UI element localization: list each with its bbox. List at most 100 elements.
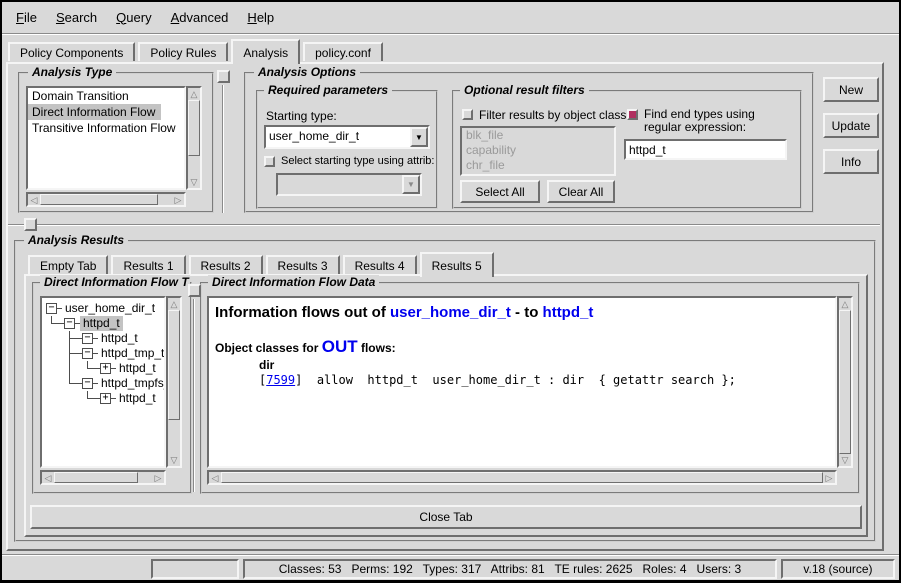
rule-number-link[interactable]: 7599 — [266, 373, 295, 387]
new-button[interactable]: New — [823, 77, 879, 102]
scroll-right-icon[interactable]: ▷ — [152, 472, 164, 483]
tree-row-httpd-t[interactable]: + httpd_t — [42, 391, 164, 406]
flow-data-hscrollbar[interactable]: ◁ ▷ — [207, 470, 837, 485]
analysis-type-vscrollbar[interactable]: △ ▽ — [186, 86, 202, 190]
scroll-up-icon[interactable]: △ — [839, 298, 851, 310]
starting-type-combobox[interactable]: user_home_dir_t ▼ — [264, 125, 430, 149]
scroll-down-icon[interactable]: ▽ — [839, 454, 851, 466]
scroll-down-icon[interactable]: ▽ — [168, 454, 180, 466]
results-tab-empty-tab[interactable]: Empty Tab — [28, 255, 108, 274]
results-sash-handle[interactable] — [24, 218, 37, 231]
menu-help[interactable]: Help — [243, 8, 278, 27]
results-tab-results-1[interactable]: Results 1 — [111, 255, 185, 274]
tab-analysis[interactable]: Analysis — [231, 39, 300, 64]
object-class-name: dir — [259, 358, 833, 372]
tree-connector-line — [51, 323, 64, 324]
menu-search[interactable]: Search — [52, 8, 101, 27]
results-tab-results-2[interactable]: Results 2 — [189, 255, 263, 274]
dropdown-arrow-icon[interactable]: ▼ — [402, 175, 420, 194]
tree-row-user-home-dir-t[interactable]: −user_home_dir_t — [42, 301, 164, 316]
tree-node-label[interactable]: httpd_t — [80, 316, 123, 331]
attrib-combobox[interactable]: ▼ — [276, 173, 422, 196]
scroll-left-icon[interactable]: ◁ — [42, 472, 54, 483]
pane-sash-line[interactable] — [222, 85, 224, 213]
tree-collapse-icon[interactable]: − — [82, 333, 93, 344]
menu-query[interactable]: Query — [112, 8, 155, 27]
statusbar-separator — [2, 554, 899, 556]
tree-collapse-icon[interactable]: − — [82, 378, 93, 389]
flow-tree-hscrollbar[interactable]: ◁ ▷ — [40, 470, 166, 485]
info-button[interactable]: Info — [823, 149, 879, 174]
close-tab-button[interactable]: Close Tab — [30, 505, 862, 529]
results-tab-results-5[interactable]: Results 5 — [420, 252, 494, 277]
tree-row-httpd-t[interactable]: + httpd_t — [42, 361, 164, 376]
scroll-right-icon[interactable]: ▷ — [172, 194, 184, 205]
analysis-type-transitive-information-flow[interactable]: Transitive Information Flow — [28, 120, 184, 136]
regex-checkbox-label: Find end types using regular expression: — [644, 108, 792, 134]
scrollbar-thumb[interactable] — [839, 310, 851, 454]
object-class-listbox[interactable]: blk_filecapabilitychr_file — [460, 126, 616, 176]
tree-collapse-icon[interactable]: − — [82, 348, 93, 359]
flow-tree-group-label: Direct Information Flow T — [40, 275, 190, 289]
tab-policy-conf[interactable]: policy.conf — [303, 42, 383, 61]
tree-expand-icon[interactable]: + — [100, 393, 111, 404]
scroll-up-icon[interactable]: △ — [168, 298, 180, 310]
update-button[interactable]: Update — [823, 113, 879, 138]
analysis-type-listbox[interactable]: Domain TransitionDirect Information Flow… — [26, 86, 186, 190]
results-tab-results-4[interactable]: Results 4 — [343, 255, 417, 274]
analysis-type-domain-transition[interactable]: Domain Transition — [28, 88, 184, 104]
scroll-left-icon[interactable]: ◁ — [28, 194, 40, 205]
scrollbar-thumb[interactable] — [168, 310, 180, 420]
analysis-options-group-label: Analysis Options — [254, 65, 360, 79]
regex-checkbox[interactable] — [627, 109, 638, 120]
flow-data-textarea[interactable]: Information flows out of user_home_dir_t… — [207, 296, 837, 468]
object-class-capability[interactable]: capability — [462, 143, 614, 158]
filter-by-object-class-checkbox[interactable] — [462, 109, 473, 120]
tab-policy-components[interactable]: Policy Components — [8, 42, 135, 61]
clear-all-button[interactable]: Clear All — [547, 180, 615, 203]
tree-row-httpd-t[interactable]: −httpd_t — [42, 331, 164, 346]
tree-node-label[interactable]: httpd_tmpfs_t — [98, 376, 164, 391]
scroll-left-icon[interactable]: ◁ — [209, 472, 221, 483]
attrib-checkbox[interactable] — [264, 156, 275, 167]
select-all-button[interactable]: Select All — [460, 180, 540, 203]
analysis-type-direct-information-flow[interactable]: Direct Information Flow — [28, 104, 161, 120]
flow-tree[interactable]: −user_home_dir_t−httpd_t−httpd_t−httpd_t… — [40, 296, 166, 468]
scroll-right-icon[interactable]: ▷ — [823, 472, 835, 483]
tree-row-httpd-tmpfs-t[interactable]: −httpd_tmpfs_t — [42, 376, 164, 391]
scrollbar-thumb[interactable] — [54, 472, 138, 483]
tree-node-label[interactable]: user_home_dir_t — [62, 301, 158, 316]
scrollbar-thumb[interactable] — [40, 194, 158, 205]
tree-row-httpd-t[interactable]: −httpd_t — [42, 316, 164, 331]
tree-collapse-icon[interactable]: − — [64, 318, 75, 329]
object-class-chr-file[interactable]: chr_file — [462, 158, 614, 173]
menu-advanced[interactable]: Advanced — [167, 8, 233, 27]
scrollbar-thumb[interactable] — [188, 100, 200, 156]
tree-node-label[interactable]: httpd_t — [116, 391, 159, 406]
scroll-up-icon[interactable]: △ — [188, 88, 200, 100]
tree-data-sash-line[interactable] — [193, 299, 195, 492]
pane-sash-handle[interactable] — [217, 70, 230, 83]
results-tab-results-3[interactable]: Results 3 — [266, 255, 340, 274]
analysis-type-hscrollbar[interactable]: ◁ ▷ — [26, 192, 186, 207]
flow-data-vscrollbar[interactable]: △ ▽ — [837, 296, 853, 468]
regex-input[interactable]: httpd_t — [624, 139, 787, 160]
tree-node-label[interactable]: httpd_t — [98, 331, 141, 346]
starting-type-label: Starting type: — [266, 109, 337, 123]
tree-collapse-icon[interactable]: − — [46, 303, 57, 314]
object-class-blk-file[interactable]: blk_file — [462, 128, 614, 143]
flow-tree-vscrollbar[interactable]: △ ▽ — [166, 296, 182, 468]
tab-policy-rules[interactable]: Policy Rules — [138, 42, 228, 61]
statusbar-message-field — [151, 559, 239, 579]
te-rule-line: [7599] allow httpd_t user_home_dir_t : d… — [259, 373, 833, 387]
menu-file[interactable]: File — [12, 8, 41, 27]
scrollbar-thumb[interactable] — [221, 472, 823, 483]
dropdown-arrow-icon[interactable]: ▼ — [410, 127, 428, 147]
tree-node-label[interactable]: httpd_t — [116, 361, 159, 376]
tree-data-sash-handle[interactable] — [188, 284, 201, 297]
results-sash-line[interactable] — [8, 224, 880, 226]
tree-expand-icon[interactable]: + — [100, 363, 111, 374]
scroll-down-icon[interactable]: ▽ — [188, 176, 200, 188]
tree-row-httpd-tmp-t[interactable]: −httpd_tmp_t — [42, 346, 164, 361]
tree-node-label[interactable]: httpd_tmp_t — [98, 346, 164, 361]
